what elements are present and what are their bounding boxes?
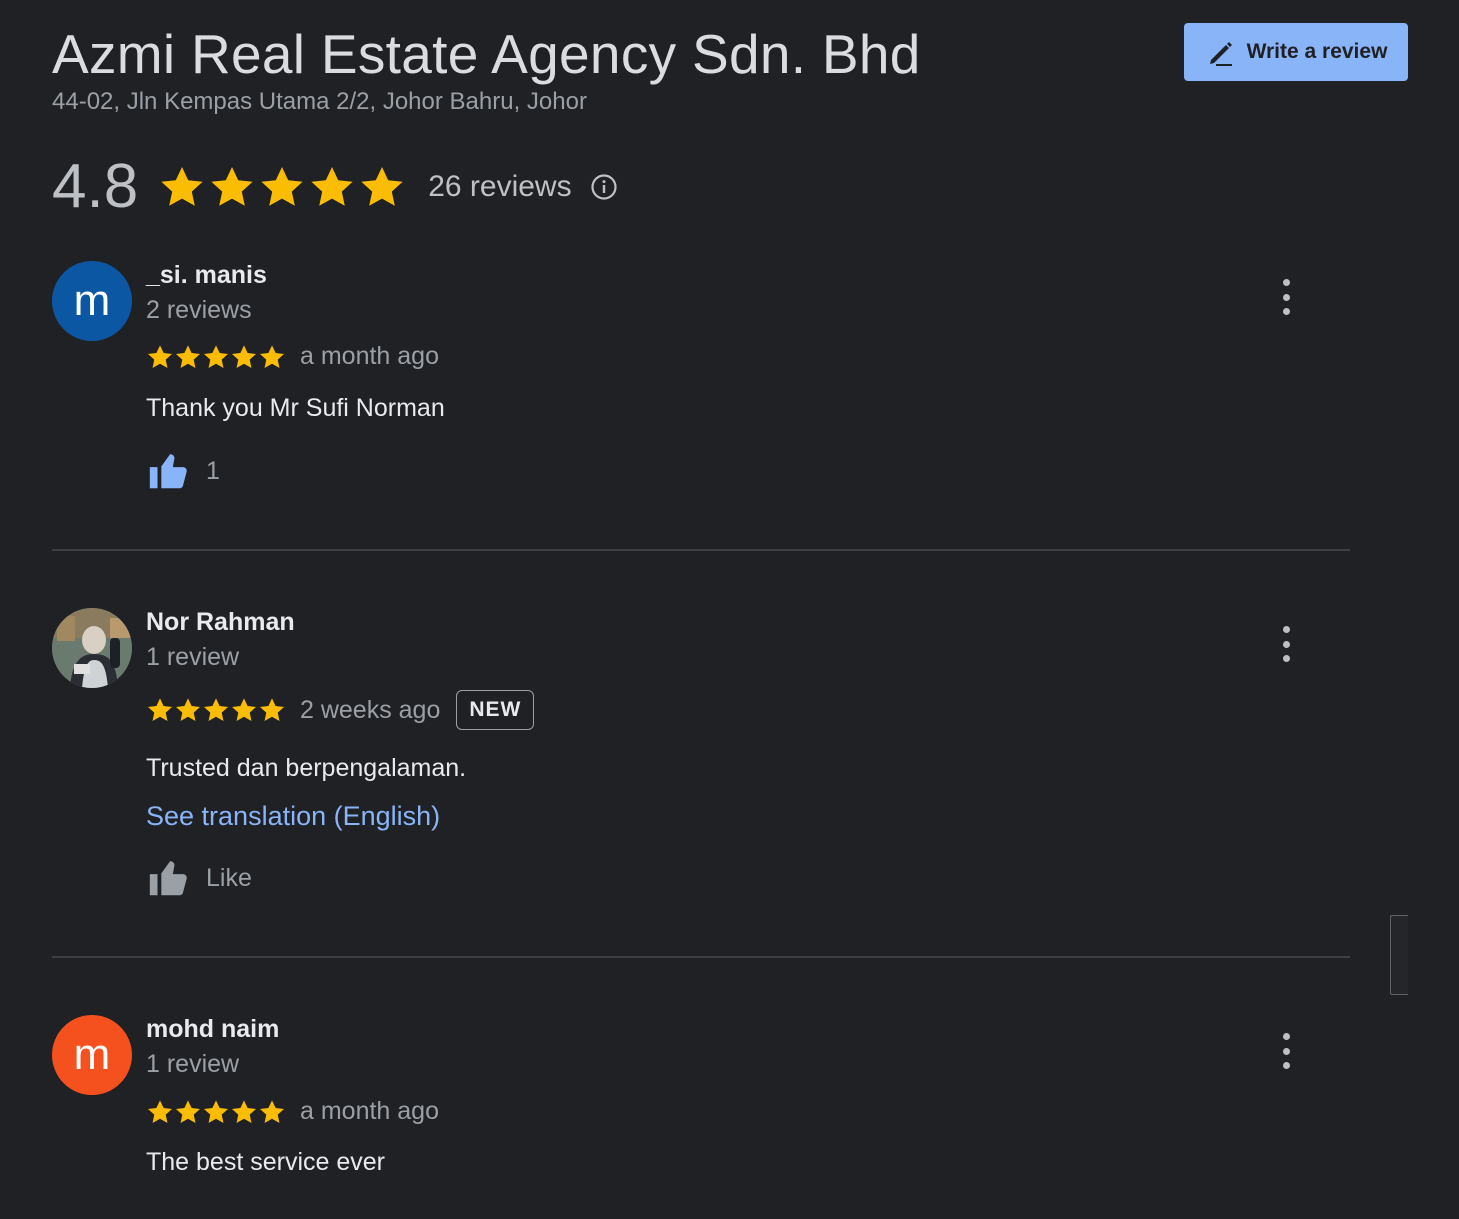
- divider: [52, 549, 1350, 551]
- new-badge: NEW: [456, 690, 535, 730]
- profile-photo: [52, 608, 132, 688]
- review-stars: [146, 343, 286, 371]
- star-icon: [147, 698, 173, 721]
- average-stars: [158, 163, 406, 211]
- star-icon: [259, 344, 285, 368]
- star-icon: [311, 167, 353, 206]
- star-icon: [175, 698, 201, 721]
- see-translation-link[interactable]: See translation (English): [146, 801, 440, 832]
- review-time: a month ago: [300, 342, 439, 370]
- business-title: Azmi Real Estate Agency Sdn. Bhd: [52, 23, 921, 85]
- thumbs-up-icon: [149, 454, 187, 489]
- star-icon: [203, 344, 229, 368]
- star-icon: [259, 1099, 285, 1123]
- like-button[interactable]: 1: [146, 448, 220, 494]
- business-address: 44-02, Jln Kempas Utama 2/2, Johor Bahru…: [52, 88, 587, 115]
- star-icon: [203, 698, 229, 721]
- rating-summary: 4.8 26 reviews: [52, 150, 618, 224]
- average-rating: 4.8: [52, 152, 139, 221]
- avatar[interactable]: m: [52, 261, 132, 341]
- review-rating-line: a month ago: [146, 1097, 439, 1126]
- divider: [52, 956, 1350, 958]
- reviewer-review-count: 2 reviews: [146, 296, 252, 324]
- more-options-button[interactable]: [1272, 1033, 1300, 1069]
- total-reviews: 26 reviews: [428, 170, 572, 203]
- more-options-button[interactable]: [1272, 279, 1300, 315]
- reviewer-name[interactable]: mohd naim: [146, 1015, 279, 1044]
- more-options-button[interactable]: [1272, 626, 1300, 662]
- star-icon: [161, 167, 203, 206]
- star-icon: [231, 1099, 257, 1123]
- star-icon: [147, 1099, 173, 1123]
- review-rating-line: a month ago: [146, 342, 439, 371]
- like-button[interactable]: Like: [146, 855, 252, 901]
- pencil-icon: [1209, 42, 1232, 66]
- review-text: Trusted dan berpengalaman.: [146, 754, 467, 782]
- side-panel-handle[interactable]: [1390, 915, 1408, 995]
- reviews-panel: Azmi Real Estate Agency Sdn. Bhd 44-02, …: [0, 0, 1459, 1219]
- like-label: Like: [206, 863, 252, 892]
- star-icon: [147, 344, 173, 368]
- review-stars: [146, 696, 286, 724]
- review-time: a month ago: [300, 1097, 439, 1125]
- thumbs-up-icon: [149, 861, 187, 896]
- review-rating-line: 2 weeks ago NEW: [146, 690, 535, 730]
- reviewer-review-count: 1 review: [146, 643, 240, 671]
- star-icon: [211, 167, 253, 206]
- write-review-label: Write a review: [1246, 40, 1388, 63]
- star-icon: [259, 698, 285, 721]
- review-time: 2 weeks ago: [300, 695, 441, 724]
- reviewer-name[interactable]: Nor Rahman: [146, 608, 295, 637]
- info-icon[interactable]: [590, 173, 618, 201]
- avatar[interactable]: m: [52, 1015, 132, 1095]
- star-icon: [175, 1099, 201, 1123]
- review-stars: [146, 1098, 286, 1126]
- star-icon: [261, 167, 303, 206]
- review-text: The best service ever: [146, 1148, 385, 1176]
- star-icon: [231, 344, 257, 368]
- reviewer-review-count: 1 review: [146, 1050, 240, 1078]
- star-icon: [231, 698, 257, 721]
- star-icon: [361, 167, 403, 206]
- star-icon: [203, 1099, 229, 1123]
- like-count: 1: [206, 456, 220, 485]
- star-icon: [175, 344, 201, 368]
- review-text: Thank you Mr Sufi Norman: [146, 394, 445, 422]
- reviewer-name[interactable]: _si. manis: [146, 261, 267, 290]
- avatar[interactable]: [52, 608, 132, 688]
- write-review-button[interactable]: Write a review: [1184, 23, 1408, 81]
